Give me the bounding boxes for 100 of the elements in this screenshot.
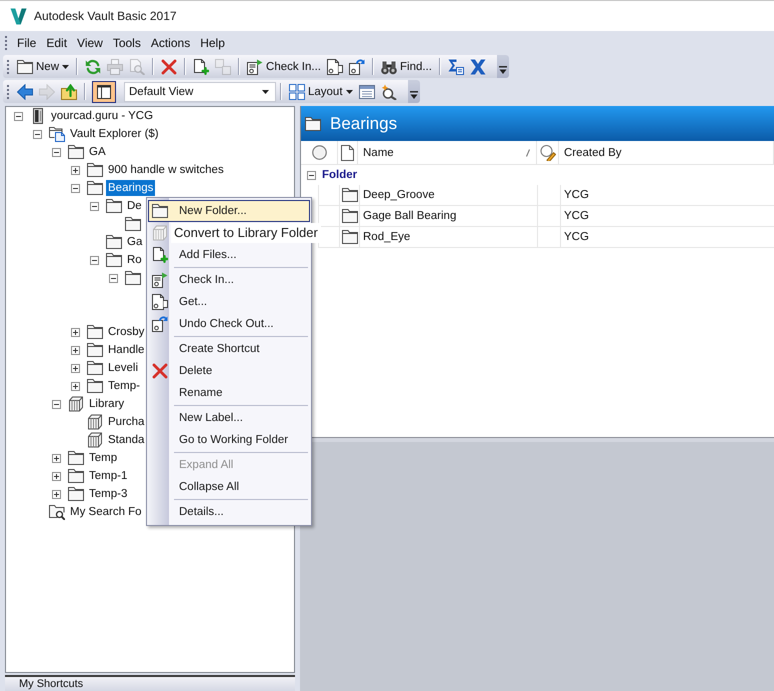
tree-item[interactable]: Purcha bbox=[106, 414, 146, 430]
folder-icon bbox=[87, 162, 103, 178]
menu-item[interactable]: New Folder... bbox=[148, 200, 310, 222]
collapse-icon[interactable] bbox=[90, 256, 99, 264]
folder-icon bbox=[305, 116, 321, 132]
menu-item[interactable]: Add Files... bbox=[148, 244, 310, 266]
circle-pencil-icon[interactable] bbox=[540, 144, 556, 160]
striped-cube-icon bbox=[68, 396, 84, 412]
table-cell: YCG bbox=[560, 206, 774, 226]
delete-icon bbox=[161, 58, 178, 74]
tree-item[interactable]: Handle bbox=[106, 342, 146, 358]
refresh-icon bbox=[85, 58, 102, 74]
tree-item[interactable]: GA bbox=[87, 144, 108, 160]
folder-icon bbox=[68, 450, 84, 466]
menu-item[interactable]: Go to Working Folder bbox=[148, 429, 310, 451]
menu-item[interactable]: New Label... bbox=[148, 407, 310, 429]
folder-icon bbox=[342, 208, 358, 224]
toolbar-button[interactable]: New bbox=[14, 56, 72, 78]
page-plus-icon bbox=[193, 58, 210, 74]
tree-item[interactable]: Crosby bbox=[106, 324, 146, 340]
collapse-icon[interactable] bbox=[52, 148, 61, 156]
folder-icon bbox=[87, 378, 103, 394]
toolbar-overflow-button[interactable] bbox=[496, 55, 509, 78]
menu-bar-item[interactable]: Edit bbox=[41, 34, 72, 52]
column-header[interactable]: Name bbox=[358, 141, 537, 164]
collapse-icon[interactable] bbox=[14, 112, 23, 120]
striped-cube-icon bbox=[87, 432, 103, 448]
forward-arrow-icon bbox=[39, 84, 55, 100]
expand-icon[interactable] bbox=[71, 346, 80, 354]
menu-item[interactable]: Rename bbox=[148, 382, 310, 404]
window-title: Autodesk Vault Basic 2017 bbox=[34, 9, 177, 23]
view-dropdown[interactable]: Default View bbox=[124, 82, 276, 102]
striped-cube-icon bbox=[87, 414, 103, 430]
expand-icon[interactable] bbox=[71, 364, 80, 372]
tree-item[interactable]: Temp- bbox=[106, 378, 142, 394]
circle-icon[interactable] bbox=[312, 145, 326, 160]
table-cell: YCG bbox=[560, 227, 774, 247]
column-header[interactable]: Created By bbox=[559, 141, 774, 164]
delete-icon bbox=[152, 363, 168, 379]
collapse-icon[interactable] bbox=[307, 170, 316, 180]
collapse-icon[interactable] bbox=[90, 202, 99, 210]
copy-icon bbox=[215, 58, 232, 74]
back-arrow-icon bbox=[17, 84, 33, 100]
table-row[interactable]: Gage Ball Bearing YCG bbox=[318, 206, 774, 227]
menu-item[interactable]: Details... bbox=[148, 501, 310, 523]
tree-item[interactable]: Vault Explorer ($) bbox=[68, 126, 161, 142]
overflow-chevron-icon bbox=[410, 91, 418, 99]
tree-item[interactable]: Leveli bbox=[106, 360, 140, 376]
menu-bar-item[interactable]: Tools bbox=[108, 34, 146, 52]
toolbar-button[interactable]: Layout bbox=[286, 80, 356, 102]
collapse-icon[interactable] bbox=[33, 130, 42, 138]
tree-item[interactable]: Temp-3 bbox=[87, 486, 130, 502]
menu-item[interactable]: Create Shortcut bbox=[148, 338, 310, 360]
collapse-icon[interactable] bbox=[109, 274, 118, 282]
pane-toggle-button[interactable] bbox=[92, 80, 116, 102]
toolbar-button[interactable]: Find... bbox=[378, 56, 435, 78]
menu-item[interactable]: Undo Check Out... bbox=[148, 313, 310, 335]
shortcuts-button[interactable]: My Shortcuts bbox=[5, 675, 295, 691]
tree-item[interactable]: 900 handle w switches bbox=[106, 162, 226, 178]
tree-item[interactable]: yourcad.guru - YCG bbox=[49, 108, 156, 124]
tree-item[interactable]: De bbox=[125, 198, 144, 214]
caret-icon bbox=[346, 90, 353, 94]
toolbar-overflow-button[interactable] bbox=[408, 80, 420, 103]
expand-icon[interactable] bbox=[71, 166, 80, 174]
menu-item[interactable]: Collapse All bbox=[148, 476, 310, 498]
table-row[interactable]: Deep_Groove YCG bbox=[318, 185, 774, 206]
tree-item[interactable]: Temp-1 bbox=[87, 468, 130, 484]
menu-bar-item[interactable]: View bbox=[72, 34, 108, 52]
folder-document-icon bbox=[49, 126, 65, 142]
toolbar-button[interactable]: Check In... bbox=[244, 56, 324, 78]
menu-item[interactable]: Check In... bbox=[148, 269, 310, 291]
group-label: Folder bbox=[322, 169, 358, 181]
tree-item[interactable]: Standa bbox=[106, 432, 146, 448]
menu-bar-item[interactable]: File bbox=[12, 34, 42, 52]
expand-icon[interactable] bbox=[71, 328, 80, 336]
folder-icon bbox=[68, 144, 84, 160]
menu-bar-item[interactable]: Help bbox=[195, 34, 230, 52]
expand-icon[interactable] bbox=[52, 472, 61, 480]
expand-icon[interactable] bbox=[71, 382, 80, 390]
collapse-icon[interactable] bbox=[52, 400, 61, 408]
tree-item[interactable]: Ro bbox=[125, 252, 144, 268]
document-icon bbox=[326, 58, 343, 74]
collapse-icon[interactable] bbox=[71, 184, 80, 192]
expand-icon[interactable] bbox=[52, 490, 61, 498]
menu-item[interactable]: Delete bbox=[148, 360, 310, 382]
folder-icon bbox=[106, 234, 122, 250]
tree-item[interactable]: Library bbox=[87, 396, 126, 412]
page-icon[interactable] bbox=[340, 144, 356, 160]
tree-item[interactable]: Bearings bbox=[106, 180, 156, 196]
menu-item[interactable]: Get... bbox=[148, 291, 310, 313]
tree-item[interactable]: Ga bbox=[125, 234, 144, 250]
menu-bar-item[interactable]: Actions bbox=[146, 34, 196, 52]
tree-item[interactable]: Temp bbox=[87, 450, 120, 466]
folder-icon bbox=[342, 229, 358, 245]
folder-icon bbox=[87, 360, 103, 376]
overflow-chevron-icon bbox=[498, 66, 507, 74]
expand-icon[interactable] bbox=[52, 454, 61, 462]
tree-item[interactable]: My Search Fo bbox=[68, 504, 144, 520]
printer-icon bbox=[107, 58, 124, 74]
table-row[interactable]: Rod_Eye YCG bbox=[318, 227, 774, 248]
